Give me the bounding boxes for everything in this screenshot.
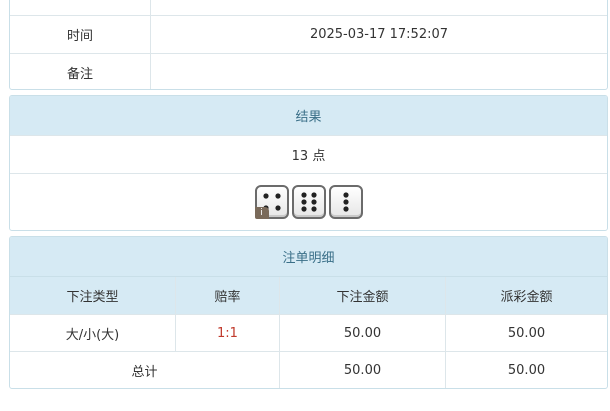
clipped-label-cell bbox=[10, 0, 150, 15]
die-face-6-icon bbox=[291, 185, 326, 219]
row-payout-amount: 50.00 bbox=[445, 315, 607, 351]
result-panel: 结果 13 点 i bbox=[9, 95, 608, 231]
info-panel: 时间 2025-03-17 17:52:07 备注 bbox=[9, 0, 608, 90]
dice-row: i bbox=[10, 173, 607, 230]
remark-row: 备注 bbox=[10, 53, 607, 89]
time-label: 时间 bbox=[66, 29, 93, 44]
clipped-value-cell bbox=[150, 0, 607, 15]
result-header: 结果 bbox=[10, 96, 607, 135]
column-bet-amount: 下注金额 bbox=[279, 277, 445, 314]
total-row: 总计 50.00 50.00 bbox=[10, 351, 607, 388]
remark-value bbox=[150, 54, 607, 89]
column-odds: 赔率 bbox=[175, 277, 279, 314]
remark-label: 备注 bbox=[66, 67, 93, 82]
row-bet-type: 大/小(大) bbox=[65, 327, 120, 343]
details-panel: 注单明细 下注类型 赔率 下注金额 派彩金额 大/小(大) 1:1 50.00 … bbox=[9, 236, 608, 389]
time-row: 时间 2025-03-17 17:52:07 bbox=[10, 15, 607, 53]
details-header: 注单明细 bbox=[10, 237, 607, 276]
info-badge-icon[interactable]: i bbox=[254, 207, 269, 219]
clipped-row bbox=[10, 0, 607, 15]
column-payout-amount: 派彩金额 bbox=[445, 277, 607, 314]
table-row: 大/小(大) 1:1 50.00 50.00 bbox=[10, 314, 607, 351]
dice-group: i bbox=[10, 174, 607, 230]
points-value: 13 点 bbox=[291, 149, 326, 164]
column-bet-type: 下注类型 bbox=[66, 290, 119, 305]
row-bet-amount: 50.00 bbox=[279, 315, 445, 351]
die-face-3-icon bbox=[328, 185, 363, 219]
total-payout-amount: 50.00 bbox=[445, 352, 607, 388]
points-row: 13 点 bbox=[10, 135, 607, 173]
die-face-4-icon: i bbox=[254, 185, 289, 219]
details-columns-row: 下注类型 赔率 下注金额 派彩金额 bbox=[10, 276, 607, 314]
row-odds: 1:1 bbox=[175, 315, 279, 351]
time-value: 2025-03-17 17:52:07 bbox=[150, 16, 607, 53]
total-label: 总计 bbox=[131, 364, 158, 380]
total-bet-amount: 50.00 bbox=[279, 352, 445, 388]
